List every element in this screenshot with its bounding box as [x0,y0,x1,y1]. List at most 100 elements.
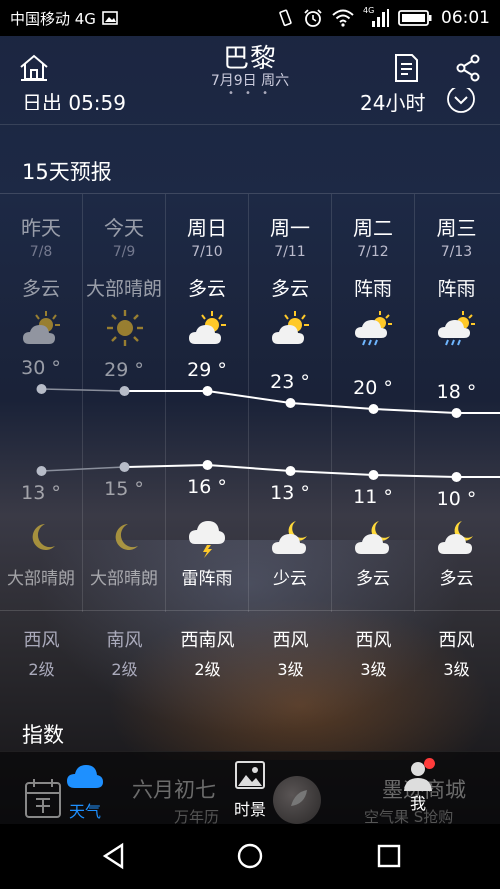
wind-level: 3级 [277,660,304,679]
high-temp: 29 ° [187,359,227,381]
high-temp: 18 ° [436,381,477,403]
night-condition: 大部晴朗 [90,569,158,589]
low-temp: 16 ° [187,476,227,498]
day-date: 7/11 [274,244,306,260]
battery-icon [398,10,432,26]
forecast-day-column[interactable]: 周日 7/10 多云 29 ° 16 ° 雷阵雨 [166,194,249,612]
forecast-panel[interactable]: 昨天 7/8 多云 30 ° 13 ° 大部晴朗 今天 7/9 大部晴朗 29 ° 15 ° 大部晴朗… [0,193,500,612]
tab-scenery[interactable]: 时景 [228,760,272,822]
thunder-rain-icon [187,516,229,558]
partly-cloudy-icon [187,308,229,348]
night-condition: 雷阵雨 [181,569,233,589]
home-circle-icon[interactable] [236,842,264,870]
low-temp: 10 ° [436,488,477,510]
sunny-icon [104,308,146,348]
high-temp: 30 ° [21,357,61,379]
calendar-icon[interactable] [24,778,64,820]
share-icon [456,54,480,82]
wind-cell: 西风 3级 [415,626,498,680]
lunar-date: 六月初七 [132,778,216,802]
day-name: 周日 [187,216,227,240]
center-orb-button[interactable] [273,776,321,824]
day-condition: 阵雨 [437,278,476,300]
recents-icon[interactable] [376,843,402,869]
forecast-section-title: 15天预报 [22,160,112,184]
vibrate-icon [279,9,292,27]
wind-level: 2级 [28,660,55,679]
day-name: 今天 [104,216,144,240]
wind-level: 3级 [360,660,387,679]
forecast-day-column[interactable]: 周三 7/13 阵雨 18 ° 10 ° 多云 [415,194,498,612]
picture-icon [235,761,265,789]
forecast-day-column[interactable]: 周一 7/11 多云 23 ° 13 ° 少云 [249,194,332,612]
day-name: 周二 [353,216,393,240]
day-date: 7/13 [440,244,473,260]
night-condition: 多云 [356,569,390,589]
wind-direction: 西风 [23,630,60,651]
shower-icon [353,308,395,348]
day-name: 周一 [270,216,310,240]
day-name: 昨天 [21,216,61,240]
day-date: 7/9 [112,244,136,260]
forecast-day-column[interactable]: 昨天 7/8 多云 30 ° 13 ° 大部晴朗 [0,194,83,612]
day-name: 周三 [436,216,477,240]
divider [0,124,500,125]
system-nav-bar [0,824,500,889]
wind-level: 2级 [111,660,138,679]
moon-cloud-icon [270,516,312,558]
signal-icon: 4G [363,6,389,28]
expand-button[interactable] [446,88,476,116]
moon-icon [104,516,146,558]
cloud-icon [67,765,103,788]
wind-level: 2级 [194,660,221,679]
moon-cloud-icon [353,516,395,558]
clock-text: 06:01 [441,8,490,28]
notification-dot [424,758,435,769]
alarm-icon [304,9,322,27]
day-date: 7/10 [191,244,223,260]
carrier-text: 中国移动 4G [10,9,96,28]
partly-cloudy-icon [270,308,312,348]
status-bar: 中国移动 4G 4G 06:01 [0,0,500,36]
tab-me-label: 我 [409,794,426,813]
wind-direction: 南风 [106,630,143,651]
leaf-icon [291,790,307,806]
partly-cloudy-icon [21,308,63,348]
wind-cell: 西风 3级 [249,626,332,680]
shower-icon [436,308,478,348]
day-condition: 多云 [270,278,309,300]
index-section-title: 指数 [22,723,64,747]
low-temp: 15 ° [104,478,144,500]
wind-cell: 南风 2级 [83,626,166,680]
image-notification-icon [102,11,118,25]
night-condition: 多云 [439,569,474,589]
news-button[interactable] [388,50,424,86]
share-button[interactable] [450,50,486,86]
wind-cell: 西风 2级 [0,626,83,680]
tab-weather[interactable]: 天气 [62,760,108,822]
header-date: 7月9日 周六 [210,73,290,89]
back-icon[interactable] [100,842,128,870]
wind-direction: 西南风 [180,630,235,651]
day-condition: 多云 [187,278,226,300]
tab-me[interactable]: 我 [398,758,438,822]
document-icon [395,54,418,82]
day-condition: 阵雨 [353,278,392,300]
day-date: 7/8 [29,244,53,260]
tab-weather-label: 天气 [68,802,101,821]
wifi-icon [332,9,354,27]
wind-direction: 西风 [355,630,392,651]
low-temp: 13 ° [21,482,61,504]
bottom-tab-bar: 天气 六月初七 万年历 时景 墨迹商城 空气果 S抢购 我 [0,751,500,826]
sunrise-text: 日出 05:59 [22,91,126,110]
night-condition: 少云 [273,569,307,589]
forecast-day-column[interactable]: 今天 7/9 大部晴朗 29 ° 15 ° 大部晴朗 [83,194,166,612]
wind-direction: 西风 [438,630,475,651]
high-temp: 20 ° [353,377,393,399]
hourly-label[interactable]: 24小时 [360,88,425,112]
forecast-day-column[interactable]: 周二 7/12 阵雨 20 ° 11 ° 多云 [332,194,415,612]
day-condition: 大部晴朗 [85,278,162,300]
low-temp: 11 ° [353,486,393,508]
low-temp: 13 ° [270,482,310,504]
wind-level: 3级 [443,660,470,679]
